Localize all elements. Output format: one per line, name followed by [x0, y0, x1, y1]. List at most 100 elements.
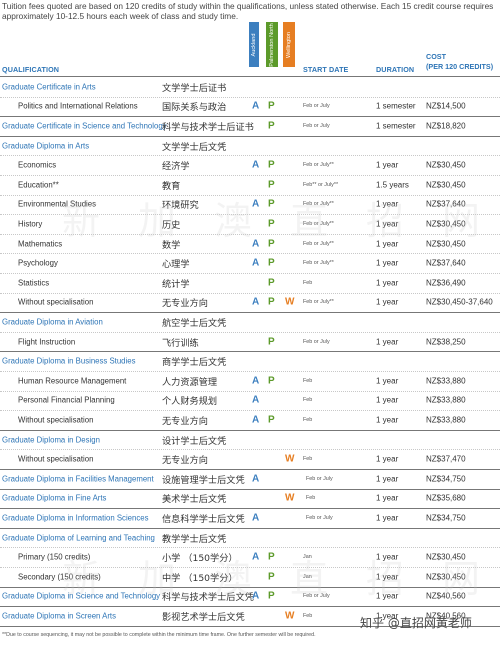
table-row: Environmental Studies 环境研究 A P Feb or July**… [0, 195, 500, 215]
campus-mark-auckland: A [252, 473, 260, 485]
chinese-name: 小学 （150学分） [162, 553, 238, 565]
campus-mark-palmerston: P [268, 198, 275, 210]
specialisation-name: Without specialisation [18, 297, 94, 307]
cost: NZ$30,450 [426, 572, 466, 582]
duration: 1 year [376, 239, 399, 249]
start-date: Feb [303, 377, 313, 384]
header-start-date: START DATE [303, 65, 349, 74]
specialisation-name: Human Resource Management [18, 376, 127, 386]
duration: 1 year [376, 376, 399, 386]
chinese-name: 设施管理学士后文凭 [162, 474, 245, 486]
start-date: Feb or July [303, 103, 330, 110]
chinese-name: 教育 [162, 180, 181, 192]
table-row: Politics and International Relations 国际关系… [0, 97, 500, 117]
start-date: Feb or July [303, 338, 330, 345]
cost: NZ$37,470 [426, 454, 466, 464]
qualification-title: Graduate Certificate in Arts [2, 82, 96, 92]
campus-mark-auckland: A [252, 375, 260, 387]
qualification-title: Graduate Diploma in Science and Technolo… [2, 591, 161, 601]
duration: 1 semester [376, 101, 416, 111]
cost: NZ$34,750 [426, 513, 466, 523]
chinese-name: 文学学士后文凭 [162, 141, 227, 153]
qualification-title: Graduate Certificate in Science and Tech… [2, 121, 167, 131]
qualification-title: Graduate Diploma in Screen Arts [2, 611, 116, 621]
qualification-title: Graduate Diploma in Business Studies [2, 356, 136, 366]
cost: NZ$14,500 [426, 101, 466, 111]
campus-mark-auckland: A [252, 394, 260, 406]
duration: 1 year [376, 572, 399, 582]
qualification-title: Graduate Diploma in Fine Arts [2, 493, 107, 503]
specialisation-name: Personal Financial Planning [18, 395, 115, 405]
category-row: Graduate Diploma in Information Sciences… [0, 508, 500, 528]
cost: NZ$30,450-37,640 [426, 297, 493, 307]
category-row: Graduate Certificate in Arts 文学学士后证书 [0, 77, 500, 97]
chinese-name: 科学与技术学士后文凭 [162, 592, 254, 604]
start-date: Jan [303, 573, 312, 580]
table-row: Flight Instruction 飞行训练 P Feb or July 1 year… [0, 332, 500, 352]
table-row: Human Resource Management 人力资源管理 A P Feb 1 ye… [0, 371, 500, 391]
footnote: **Due to course sequencing, it may not b… [2, 632, 316, 638]
chinese-name: 历史 [162, 219, 181, 231]
cost: NZ$35,680 [426, 493, 466, 503]
category-row: Graduate Diploma in Fine Arts 美术学士后文凭 W Feb… [0, 489, 500, 509]
cost: NZ$40,560 [426, 591, 466, 601]
category-row: Graduate Certificate in Science and Tech… [0, 116, 500, 136]
start-date: Feb or July [303, 122, 330, 129]
chinese-name: 科学与技术学士后证书 [162, 121, 254, 133]
campus-header-auckland: Auckland [249, 22, 259, 67]
campus-mark-palmerston: P [268, 414, 275, 426]
category-row: Graduate Diploma of Learning and Teachin… [0, 528, 500, 548]
duration: 1 year [376, 552, 399, 562]
chinese-name: 无专业方向 [162, 415, 208, 427]
campus-mark-wellington: W [285, 296, 295, 308]
cost: NZ$30,450 [426, 239, 466, 249]
cost: NZ$34,750 [426, 474, 466, 484]
start-date: Feb** or July** [303, 181, 339, 188]
chinese-name: 统计学 [162, 278, 190, 290]
campus-mark-auckland: A [252, 296, 260, 308]
campus-mark-auckland: A [252, 238, 260, 250]
duration: 1 year [376, 219, 399, 229]
table-row: Primary (150 credits) 小学 （150学分） A P Jan 1 ye… [0, 547, 500, 567]
start-date: Feb or July [303, 593, 330, 600]
specialisation-name: Education** [18, 180, 59, 190]
header-cost-line1: COST [426, 52, 446, 61]
category-row: Graduate Diploma in Aviation 航空学士后文凭 [0, 312, 500, 332]
header-duration: DURATION [376, 65, 415, 74]
cost: NZ$38,250 [426, 337, 466, 347]
specialisation-name: Politics and International Relations [18, 101, 138, 111]
cost: NZ$30,450 [426, 219, 466, 229]
campus-mark-palmerston: P [268, 100, 275, 112]
chinese-name: 个人财务规划 [162, 396, 218, 408]
duration: 1 year [376, 258, 399, 268]
cost: NZ$36,490 [426, 278, 466, 288]
start-date: Feb [303, 416, 313, 423]
table-row: Personal Financial Planning 个人财务规划 A Feb 1 y… [0, 391, 500, 411]
start-date: Feb or July** [303, 240, 334, 247]
chinese-name: 美术学士后文凭 [162, 494, 227, 506]
start-date: Feb or July [306, 514, 333, 521]
campus-mark-auckland: A [252, 198, 260, 210]
cost: NZ$33,880 [426, 415, 466, 425]
campus-mark-palmerston: P [268, 238, 275, 250]
start-date: Feb [303, 279, 313, 286]
campus-label-auckland: Auckland [251, 32, 257, 57]
duration: 1 year [376, 395, 399, 405]
start-date: Feb or July** [303, 299, 334, 306]
table-row: Psychology 心理学 A P Feb or July** 1 year NZ$37,… [0, 253, 500, 273]
chinese-name: 信息科学学士后文凭 [162, 513, 245, 525]
duration: 1.5 years [376, 180, 409, 190]
duration: 1 year [376, 454, 399, 464]
campus-mark-wellington: W [285, 492, 295, 504]
start-date: Feb or July [306, 475, 333, 482]
chinese-name: 数学 [162, 239, 181, 251]
chinese-name: 心理学 [162, 259, 190, 271]
campus-mark-auckland: A [252, 512, 260, 524]
category-row: Graduate Diploma in Facilities Managemen… [0, 469, 500, 489]
duration: 1 year [376, 278, 399, 288]
chinese-name: 设计学士后文凭 [162, 435, 227, 447]
campus-mark-auckland: A [252, 257, 260, 269]
campus-label-wellington: Wellington [286, 31, 292, 58]
table-row: Education** 教育 P Feb** or July** 1.5 years NZ… [0, 175, 500, 195]
specialisation-name: Environmental Studies [18, 199, 97, 209]
